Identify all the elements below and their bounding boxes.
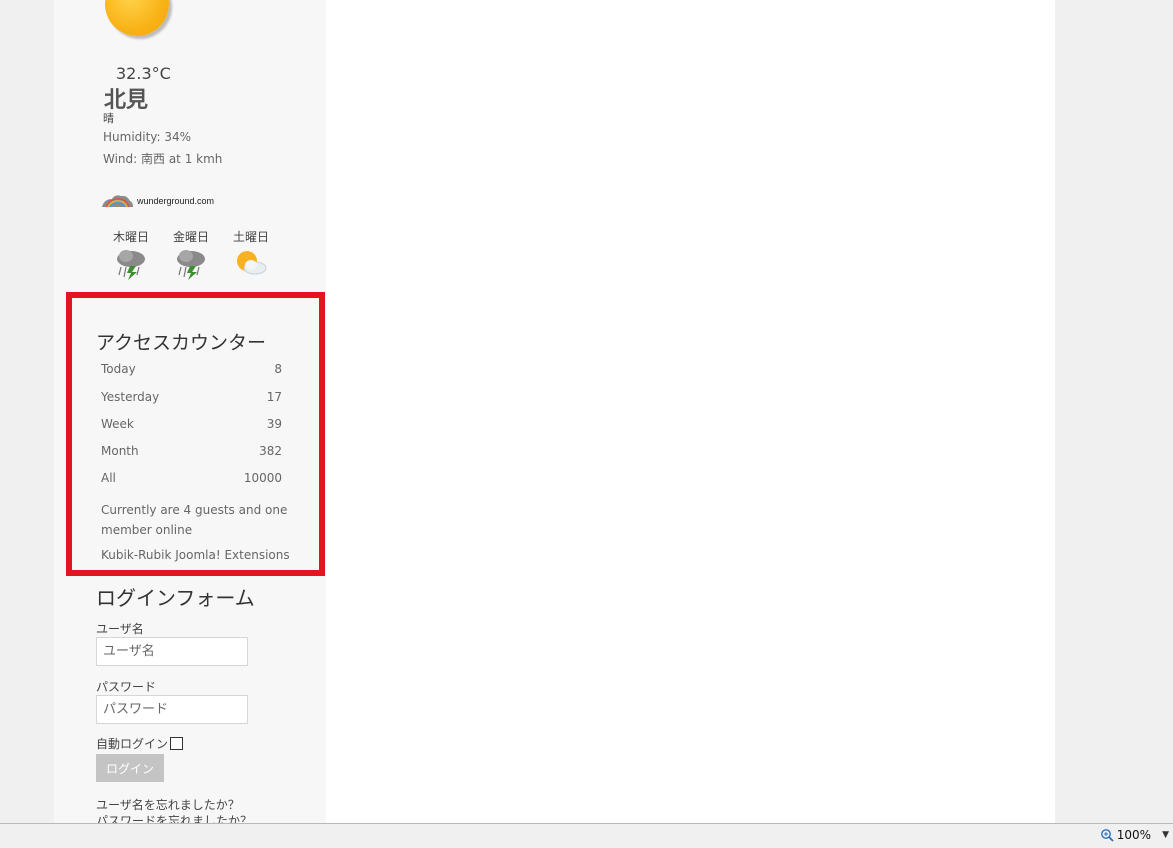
- counter-row-value: 39: [266, 417, 282, 431]
- forecast-day: 金曜日: [170, 228, 212, 281]
- login-form-title: ログインフォーム: [96, 586, 255, 610]
- counter-row-label: Today: [101, 362, 136, 376]
- browser-page: 32.3°C 北見 晴 Humidity: 34% Wind: 南西 at 1 …: [0, 0, 1173, 823]
- forecast-day: 木曜日: [110, 228, 152, 281]
- weather-humidity: Humidity: 34%: [103, 130, 192, 144]
- zoom-level: 100%: [1116, 828, 1152, 842]
- browser-status-bar: 100% ▼: [0, 823, 1173, 848]
- counter-row-week: Week 39: [101, 417, 282, 431]
- counter-row-label: Yesterday: [101, 390, 160, 404]
- username-label: ユーザ名: [96, 622, 144, 636]
- zoom-control[interactable]: 100% ▼: [1100, 828, 1169, 842]
- counter-row-label: All: [101, 471, 116, 485]
- partly-cloudy-icon: [237, 251, 267, 275]
- forgot-username-link[interactable]: ユーザ名を忘れましたか？: [96, 796, 240, 813]
- remember-me-checkbox[interactable]: [170, 737, 184, 750]
- forecast-day-label: 土曜日: [232, 230, 269, 244]
- counter-row-today: Today 8: [101, 362, 282, 376]
- forecast-day: 土曜日: [230, 228, 272, 281]
- forgot-password-link[interactable]: パスワードを忘れましたか？: [96, 812, 252, 823]
- counter-row-yesterday: Yesterday 17: [101, 390, 282, 404]
- username-input[interactable]: [96, 637, 248, 666]
- rain-thunder-icon: [177, 250, 205, 280]
- main-content: [326, 0, 1055, 823]
- remember-me: 自動ログイン: [96, 735, 184, 752]
- counter-row-label: Month: [101, 444, 139, 458]
- extension-credit-link[interactable]: Kubik-Rubik Joomla! Extensions: [101, 548, 290, 562]
- wunderground-logo-text: wunderground.com: [137, 196, 215, 206]
- password-input[interactable]: [96, 695, 248, 724]
- forecast: 木曜日 金曜日 土曜日: [110, 228, 272, 281]
- forecast-day-label: 木曜日: [112, 230, 149, 244]
- password-label: パスワード: [96, 680, 157, 694]
- zoom-magnifier-icon: [1100, 829, 1114, 842]
- online-users-text: Currently are 4 guests and one member on…: [101, 503, 288, 537]
- counter-row-value: 10000: [243, 471, 282, 485]
- counter-row-month: Month 382: [101, 444, 282, 458]
- zoom-dropdown-icon[interactable]: ▼: [1162, 830, 1169, 840]
- weather-temperature: 32.3°C: [116, 64, 171, 83]
- counter-row-all: All 10000: [101, 471, 282, 485]
- rain-thunder-icon: [117, 250, 145, 280]
- counter-row-value: 8: [274, 362, 282, 376]
- counter-row-value: 17: [266, 390, 282, 404]
- counter-row-label: Week: [101, 417, 134, 431]
- counter-row-value: 382: [259, 444, 282, 458]
- remember-me-label: 自動ログイン: [96, 737, 169, 751]
- sunny-weather-icon: [105, 0, 169, 36]
- access-counter-module: アクセスカウンター Today 8 Yesterday 17 Week 39 M…: [66, 292, 325, 576]
- wunderground-logo-icon: [102, 195, 133, 208]
- access-counter-title: アクセスカウンター: [96, 332, 267, 354]
- weather-condition: 晴: [103, 112, 114, 125]
- forecast-day-label: 金曜日: [172, 230, 209, 244]
- wunderground-logo[interactable]: wunderground.com: [100, 193, 214, 209]
- login-button[interactable]: ログイン: [96, 754, 164, 782]
- weather-wind: Wind: 南西 at 1 kmh: [103, 152, 223, 166]
